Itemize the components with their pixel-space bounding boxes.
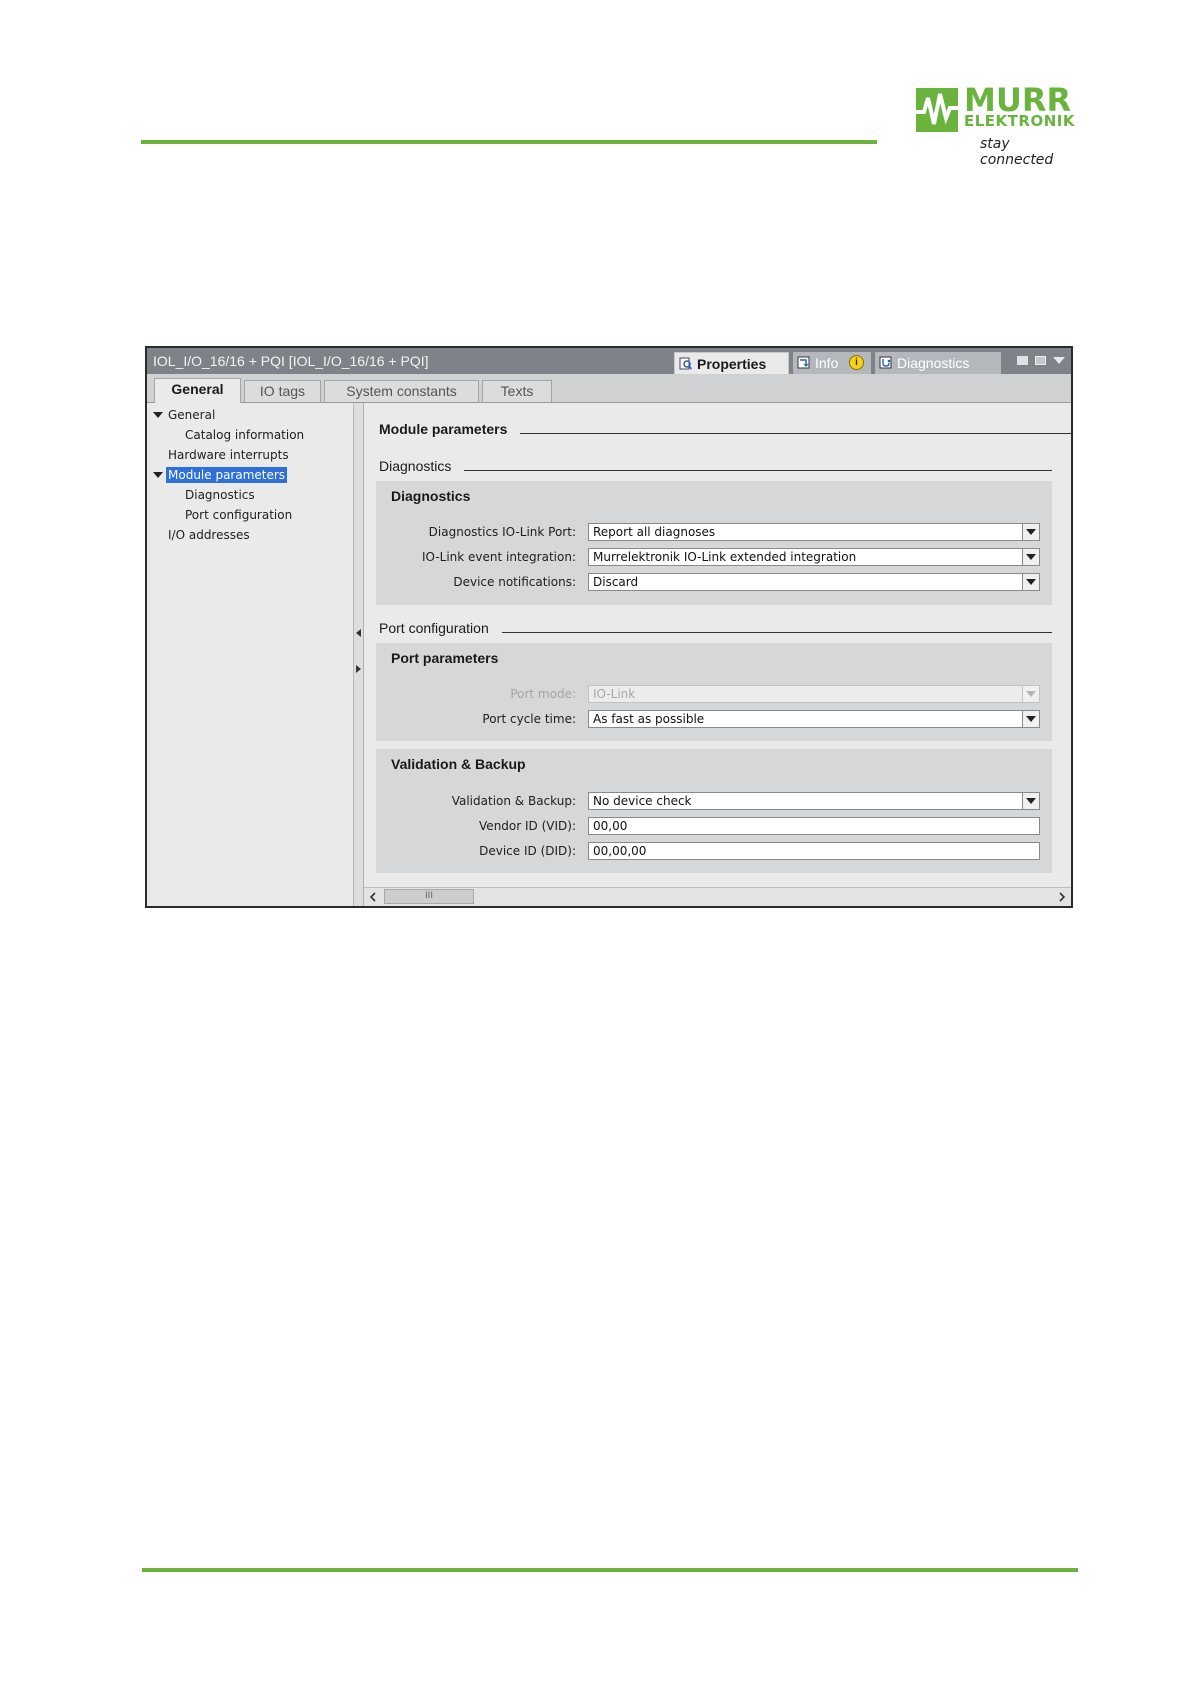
- validation-backup-label: Validation & Backup:: [451, 794, 576, 808]
- validation-backup-group-title: Validation & Backup: [391, 756, 526, 772]
- subtab-bar: General IO tags System constants Texts: [147, 374, 1071, 403]
- diagnostics-group-title: Diagnostics: [391, 488, 471, 504]
- subtab-texts[interactable]: Texts: [482, 380, 552, 402]
- diagnostics-io-link-port-label: Diagnostics IO-Link Port:: [428, 525, 576, 539]
- scroll-right-icon[interactable]: [1053, 888, 1071, 906]
- window-title: IOL_I/O_16/16 + PQI [IOL_I/O_16/16 + PQI…: [153, 353, 429, 369]
- scroll-left-icon[interactable]: [364, 888, 382, 906]
- device-id-input[interactable]: 00,00,00: [588, 842, 1040, 860]
- header-divider: [141, 140, 877, 144]
- section-divider: [464, 470, 1052, 471]
- nav-item-hardware-interrupts[interactable]: Hardware interrupts: [168, 447, 289, 463]
- dropdown-arrow-icon[interactable]: [1022, 793, 1039, 809]
- port-mode-select: IO-Link: [588, 685, 1040, 703]
- port-parameters-group: Port parameters Port mode: IO-Link Port …: [376, 643, 1052, 741]
- validation-backup-group: Validation & Backup Validation & Backup:…: [376, 749, 1052, 873]
- expand-caret-icon[interactable]: [153, 412, 163, 418]
- tab-properties[interactable]: Properties: [674, 352, 789, 376]
- select-value: No device check: [593, 794, 692, 808]
- io-link-event-integration-label: IO-Link event integration:: [422, 550, 576, 564]
- vendor-id-input[interactable]: 00,00: [588, 817, 1040, 835]
- restore-icon[interactable]: [1017, 356, 1028, 365]
- subtab-system-constants[interactable]: System constants: [324, 380, 479, 402]
- collapse-left-icon[interactable]: [356, 629, 361, 637]
- logo-mark-icon: [916, 88, 958, 132]
- dropdown-arrow-icon[interactable]: [1022, 711, 1039, 727]
- navigation-tree: General Catalog information Hardware int…: [147, 403, 354, 906]
- diagnostics-io-link-port-select[interactable]: Report all diagnoses: [588, 523, 1040, 541]
- select-value: As fast as possible: [593, 712, 705, 726]
- expand-caret-icon[interactable]: [153, 472, 163, 478]
- logo-tagline: stay connected: [980, 136, 1054, 168]
- horizontal-scrollbar[interactable]: III: [364, 887, 1071, 906]
- section-divider: [502, 632, 1052, 633]
- device-notifications-label: Device notifications:: [453, 575, 576, 589]
- content-pane: Module parameters Diagnostics Diagnostic…: [364, 403, 1071, 887]
- subtab-general[interactable]: General: [154, 378, 241, 403]
- window-titlebar: IOL_I/O_16/16 + PQI [IOL_I/O_16/16 + PQI…: [147, 348, 1071, 376]
- diagnostics-section-title: Diagnostics: [379, 458, 452, 474]
- select-value: Report all diagnoses: [593, 525, 716, 539]
- tab-info[interactable]: Info i: [793, 352, 871, 376]
- info-icon: [797, 356, 810, 369]
- nav-item-catalog-information[interactable]: Catalog information: [185, 427, 304, 443]
- nav-item-diagnostics[interactable]: Diagnostics: [185, 487, 255, 503]
- device-notifications-select[interactable]: Discard: [588, 573, 1040, 591]
- select-value: IO-Link: [593, 687, 636, 701]
- pane-splitter[interactable]: [354, 403, 364, 906]
- port-mode-label: Port mode:: [510, 687, 576, 701]
- tab-diagnostics-label: Diagnostics: [897, 355, 970, 371]
- dropdown-arrow-icon[interactable]: [1022, 524, 1039, 540]
- nav-item-io-addresses[interactable]: I/O addresses: [168, 527, 250, 543]
- port-cycle-time-label: Port cycle time:: [482, 712, 576, 726]
- nav-item-port-configuration[interactable]: Port configuration: [185, 507, 292, 523]
- properties-icon: [679, 357, 692, 370]
- section-divider: [520, 433, 1071, 434]
- subtab-io-tags[interactable]: IO tags: [244, 380, 321, 402]
- select-value: Murrelektronik IO-Link extended integrat…: [593, 550, 857, 564]
- dropdown-arrow-icon[interactable]: [1022, 574, 1039, 590]
- chevron-down-icon[interactable]: [1053, 357, 1065, 364]
- scrollbar-thumb[interactable]: III: [384, 889, 474, 904]
- dropdown-arrow-icon[interactable]: [1022, 549, 1039, 565]
- murrelektronik-logo: MURR ELEKTRONIK stay connected: [916, 81, 1076, 168]
- info-badge-icon: i: [849, 355, 864, 370]
- diagnostics-icon: [879, 356, 892, 369]
- expand-right-icon[interactable]: [356, 665, 361, 673]
- diagnostics-group: Diagnostics Diagnostics IO-Link Port: Re…: [376, 481, 1052, 605]
- window-controls: [1015, 354, 1069, 368]
- tab-diagnostics[interactable]: Diagnostics: [875, 352, 1001, 376]
- port-configuration-section-title: Port configuration: [379, 620, 489, 636]
- port-cycle-time-select[interactable]: As fast as possible: [588, 710, 1040, 728]
- tab-properties-label: Properties: [697, 356, 767, 372]
- io-link-event-integration-select[interactable]: Murrelektronik IO-Link extended integrat…: [588, 548, 1040, 566]
- select-value: Discard: [593, 575, 639, 589]
- validation-backup-select[interactable]: No device check: [588, 792, 1040, 810]
- dropdown-arrow-icon: [1022, 686, 1039, 702]
- logo-text-elektronik: ELEKTRONIK: [964, 112, 1075, 130]
- minimize-icon[interactable]: [1035, 356, 1046, 365]
- tab-info-label: Info: [815, 355, 839, 371]
- device-id-label: Device ID (DID):: [479, 844, 576, 858]
- nav-item-general[interactable]: General: [168, 407, 215, 423]
- port-parameters-group-title: Port parameters: [391, 650, 499, 666]
- footer-divider: [142, 1568, 1078, 1572]
- module-parameters-title: Module parameters: [379, 421, 508, 437]
- nav-item-module-parameters[interactable]: Module parameters: [166, 467, 288, 483]
- properties-window: IOL_I/O_16/16 + PQI [IOL_I/O_16/16 + PQI…: [145, 346, 1073, 908]
- vendor-id-label: Vendor ID (VID):: [479, 819, 576, 833]
